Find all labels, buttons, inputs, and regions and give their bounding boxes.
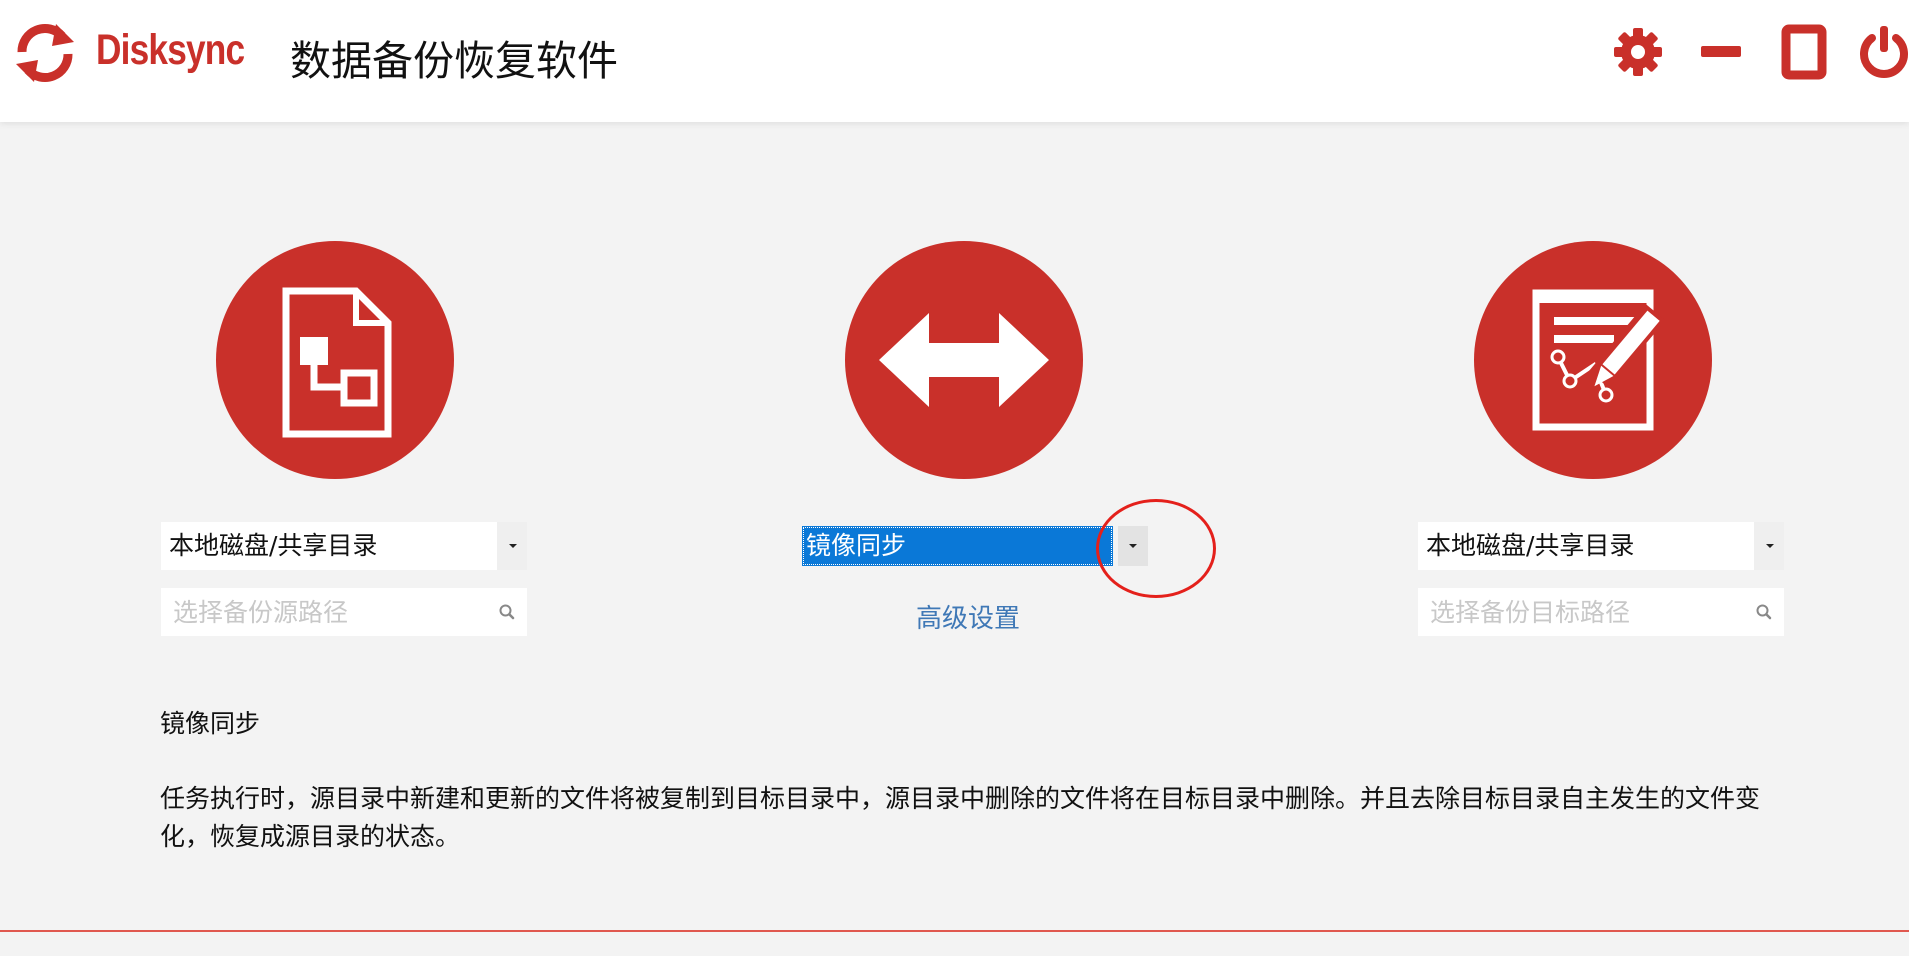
minimize-icon	[1701, 46, 1741, 57]
gear-icon	[1614, 28, 1662, 76]
search-icon[interactable]	[497, 602, 517, 622]
sync-mode-value: 镜像同步	[802, 526, 1113, 566]
target-type-value: 本地磁盘/共享目录	[1426, 531, 1635, 560]
advanced-settings-link[interactable]: 高级设置	[916, 598, 1020, 635]
target-circle	[1474, 241, 1712, 479]
source-path-field[interactable]	[161, 588, 527, 636]
app-title: 数据备份恢复软件	[290, 37, 618, 85]
mode-description-body: 任务执行时，源目录中新建和更新的文件将被复制到目标目录中，源目录中删除的文件将在…	[160, 784, 1761, 851]
sync-logo-icon	[12, 22, 78, 84]
divider	[0, 930, 1909, 932]
chevron-down-icon[interactable]	[1754, 522, 1784, 570]
target-path-input[interactable]	[1418, 588, 1738, 636]
chevron-down-icon[interactable]	[497, 522, 527, 570]
power-button[interactable]	[1856, 24, 1909, 80]
source-type-value: 本地磁盘/共享目录	[169, 531, 378, 560]
mode-description-title: 镜像同步	[160, 709, 261, 738]
source-type-select[interactable]: 本地磁盘/共享目录	[161, 522, 527, 570]
minimize-button[interactable]	[1693, 24, 1749, 80]
source-circle	[216, 241, 454, 479]
chevron-down-icon[interactable]	[1118, 526, 1148, 566]
maximize-icon	[1781, 24, 1827, 80]
maximize-button[interactable]	[1776, 24, 1832, 80]
sync-mode-select[interactable]: 镜像同步	[800, 522, 1148, 570]
title-bar: Disksync 数据备份恢复软件	[0, 0, 1909, 122]
mode-circle	[845, 241, 1083, 479]
settings-button[interactable]	[1610, 24, 1666, 80]
brand-name: Disksync	[96, 26, 245, 74]
double-arrow-icon	[879, 313, 1049, 407]
search-icon[interactable]	[1754, 602, 1774, 622]
document-structure-icon	[282, 287, 392, 438]
edit-document-icon	[1532, 289, 1666, 431]
target-type-select[interactable]: 本地磁盘/共享目录	[1418, 522, 1784, 570]
source-path-input[interactable]	[161, 588, 481, 636]
power-icon	[1860, 26, 1908, 78]
target-path-field[interactable]	[1418, 588, 1784, 636]
